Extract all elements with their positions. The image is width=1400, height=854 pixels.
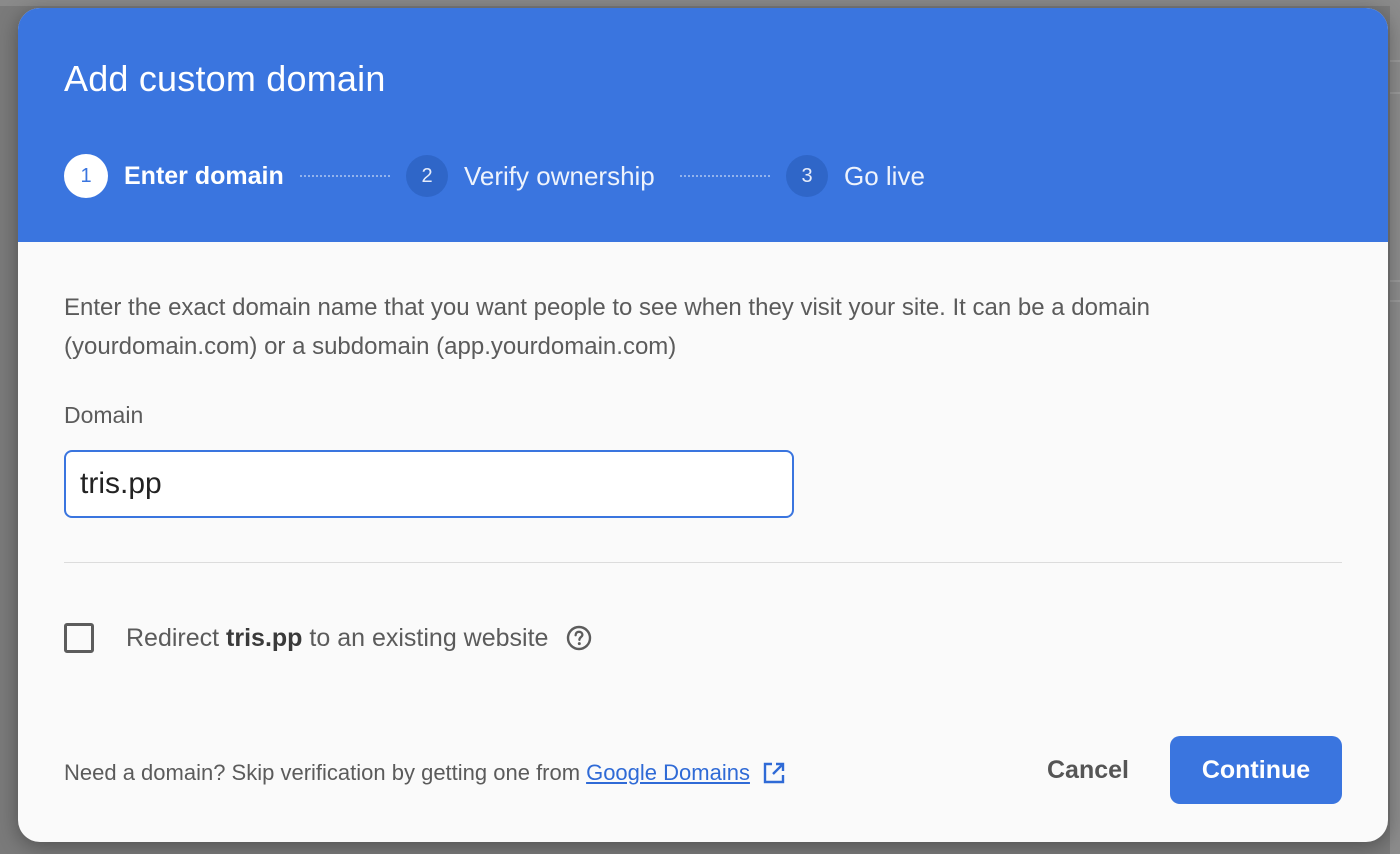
cancel-button[interactable]: Cancel	[1026, 736, 1150, 804]
step-number: 3	[786, 155, 828, 197]
step-label: Verify ownership	[464, 160, 655, 191]
dialog-header: Add custom domain 1 Enter domain 2 Verif…	[18, 8, 1388, 242]
google-domains-link[interactable]: Google Domains	[586, 760, 750, 786]
step-label: Go live	[844, 160, 925, 191]
dialog-title: Add custom domain	[64, 58, 386, 99]
stepper: 1 Enter domain 2 Verify ownership 3 Go l…	[64, 152, 1064, 200]
page-backdrop-top	[0, 0, 1400, 6]
help-circle-icon[interactable]	[566, 625, 592, 651]
continue-button[interactable]: Continue	[1170, 736, 1342, 804]
domain-field-label: Domain	[64, 402, 144, 428]
redirect-suffix: to an existing website	[309, 623, 549, 652]
divider	[64, 562, 1342, 563]
footer-note: Need a domain? Skip verification by gett…	[64, 760, 786, 786]
step-go-live: 3 Go live	[786, 152, 925, 200]
domain-input[interactable]	[64, 450, 794, 518]
open-in-new-icon[interactable]	[762, 761, 786, 785]
step-divider	[680, 175, 770, 177]
step-verify-ownership: 2 Verify ownership	[406, 152, 655, 200]
page-backdrop-right	[1390, 0, 1400, 854]
step-enter-domain: 1 Enter domain	[64, 152, 284, 200]
redirect-label[interactable]: Redirect tris.pp to an existing website	[126, 624, 548, 653]
redirect-prefix: Redirect	[126, 623, 220, 652]
step-number: 2	[406, 155, 448, 197]
step-label: Enter domain	[124, 161, 284, 190]
step-number: 1	[64, 154, 108, 198]
redirect-checkbox[interactable]	[64, 623, 94, 653]
redirect-option: Redirect tris.pp to an existing website	[64, 616, 592, 660]
description-text: Enter the exact domain name that you wan…	[64, 294, 1150, 360]
add-custom-domain-dialog: Add custom domain 1 Enter domain 2 Verif…	[18, 8, 1388, 842]
redirect-domain: tris.pp	[226, 623, 303, 652]
step-divider	[300, 175, 390, 177]
footer-note-text: Need a domain? Skip verification by gett…	[64, 760, 581, 785]
